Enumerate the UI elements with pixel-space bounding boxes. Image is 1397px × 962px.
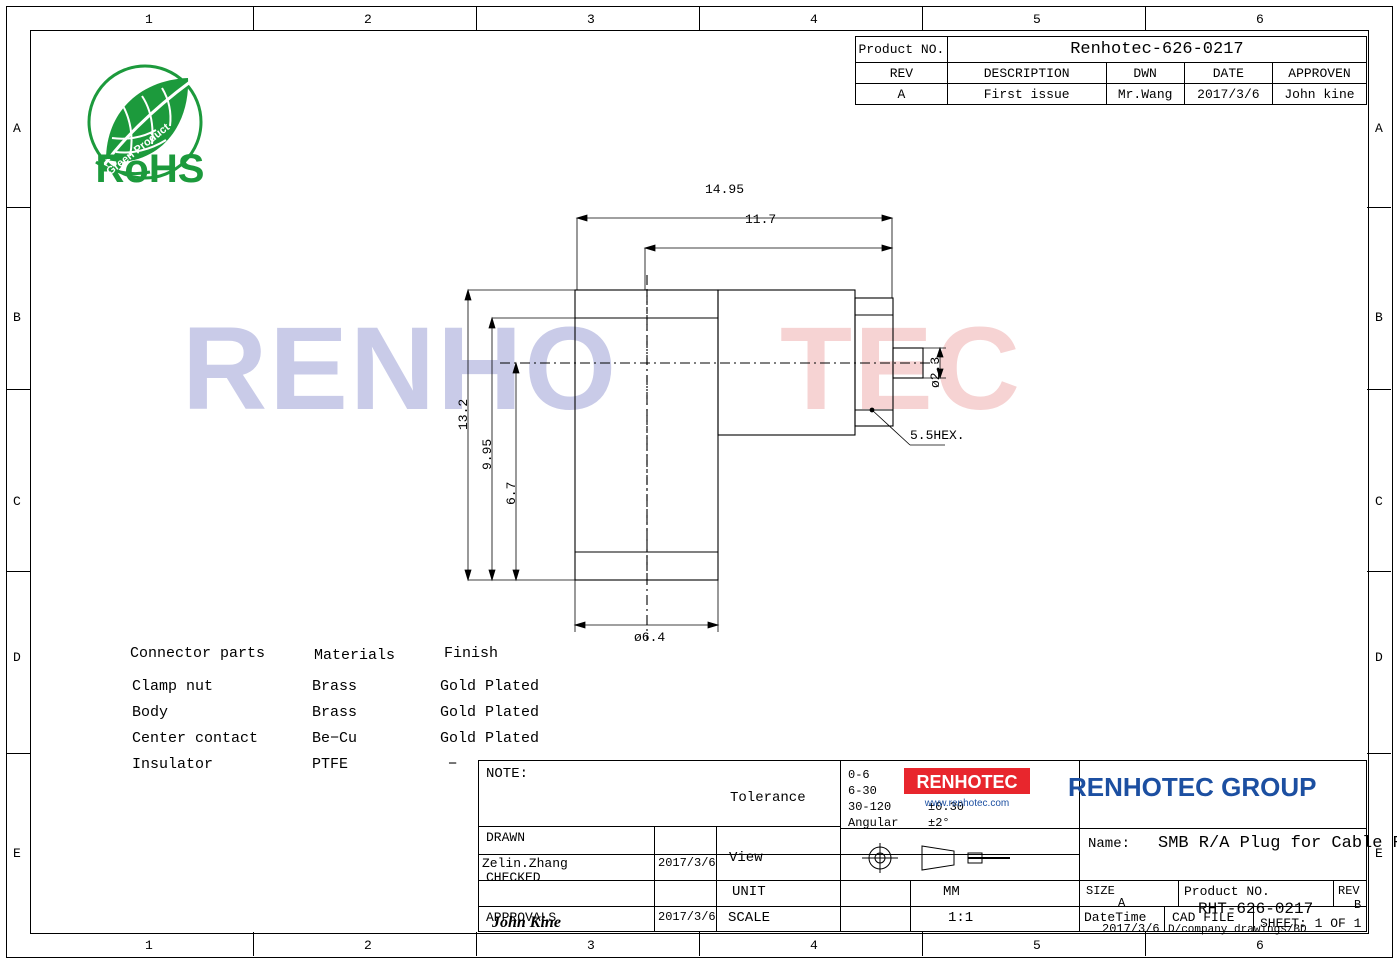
product-header-row: Product NO. Renhotec-626-0217 [855, 36, 1368, 63]
part-row-3-finish: Gold Plated [440, 730, 540, 747]
brand-name: RENHOTEC GROUP [1068, 772, 1317, 802]
tolerance-row-4-value: ±2° [928, 816, 950, 830]
datetime-value: 2017/3/6 [1102, 922, 1160, 936]
dim-overall-length: 14.95 [705, 182, 745, 197]
zone-row-left-c: C [13, 494, 21, 509]
zone-col-top-3: 3 [587, 12, 595, 27]
parts-header-finish: Finish [444, 645, 499, 662]
dim-body-length: 11.7 [745, 212, 777, 227]
dim-pin-dia: ø2.3 [928, 356, 943, 388]
revision-header-row: REV DESCRIPTION DWN DATE APPROVEN [855, 62, 1368, 84]
part-row-4-material: PTFE [312, 756, 349, 773]
product-no-label: Product NO. [855, 36, 948, 63]
unit-value: MM [943, 884, 960, 900]
part-row-1-finish: Gold Plated [440, 678, 540, 695]
zone-col-top-4: 4 [810, 12, 818, 27]
zone-row-left-e: E [13, 846, 21, 861]
size-label: SIZE [1086, 884, 1115, 898]
dim-cable-dia: ø6.4 [634, 630, 666, 645]
part-row-4-finish: − [448, 756, 458, 773]
drawn-label: DRAWN [486, 830, 526, 845]
connector-drawing: 14.95 11.7 13.2 9.95 6.7 ø6.4 ø2.3 5.5HE… [440, 170, 980, 660]
name-label: Name: [1088, 836, 1131, 852]
parts-header-connector: Connector parts [130, 645, 266, 662]
cadfile-label: CAD FILE [1172, 910, 1235, 925]
col-dwn: DWN [1105, 62, 1185, 84]
dimension-lines [464, 214, 946, 632]
col-approven: APPROVEN [1271, 62, 1368, 84]
title-product-no-label: Product NO. [1184, 884, 1270, 899]
zone-col-top-6: 6 [1256, 12, 1264, 27]
zone-col-bottom-1: 1 [145, 938, 153, 953]
rev-value: A [855, 83, 948, 105]
title-rev-label: REV [1338, 884, 1360, 898]
scale-label: SCALE [728, 910, 771, 926]
zone-col-bottom-5: 5 [1033, 938, 1041, 953]
approvals-signature: John Kine [492, 914, 561, 931]
tolerance-label: Tolerance [730, 790, 806, 806]
revision-row: A First issue Mr.Wang 2017/3/6 John kine [855, 83, 1368, 105]
zone-col-top-5: 5 [1033, 12, 1041, 27]
zone-row-right-a: A [1375, 121, 1383, 136]
part-row-2-name: Body [132, 704, 169, 721]
col-rev: REV [855, 62, 948, 84]
svg-text:RENHOTEC: RENHOTEC [916, 772, 1017, 792]
zone-row-right-b: B [1375, 310, 1383, 325]
title-rev-value: B [1354, 898, 1362, 912]
part-row-3-name: Center contact [132, 730, 259, 747]
part-row-2-finish: Gold Plated [440, 704, 540, 721]
part-row-2-material: Brass [312, 704, 358, 721]
dim-flange-dia: 13.2 [456, 398, 471, 430]
checked-label: CHECKED [486, 870, 541, 885]
col-description: DESCRIPTION [946, 62, 1107, 84]
zone-col-top-1: 1 [145, 12, 153, 27]
tolerance-row-1-range: 0-6 [848, 768, 870, 782]
size-value: A [1118, 896, 1126, 910]
part-row-4-name: Insulator [132, 756, 214, 773]
dim-hex-across: 9.95 [480, 438, 495, 470]
zone-row-right-d: D [1375, 650, 1383, 665]
parts-header-materials: Materials [314, 647, 396, 664]
zone-col-bottom-3: 3 [587, 938, 595, 953]
zone-row-left-d: D [13, 650, 21, 665]
zone-col-top-2: 2 [364, 12, 372, 27]
drawing-sheet: 1 2 3 4 5 6 1 2 3 4 5 6 A B C D E A B C … [0, 0, 1397, 962]
dim-body-dia: 6.7 [504, 481, 519, 505]
scale-value: 1:1 [948, 910, 974, 926]
zone-col-bottom-4: 4 [810, 938, 818, 953]
rev-description: First issue [946, 83, 1107, 105]
part-row-3-material: Be−Cu [312, 730, 358, 747]
renhotec-logo: RENHOTEC www.renhotec.com [898, 766, 1038, 812]
zone-row-left-a: A [13, 121, 21, 136]
zone-row-right-c: C [1375, 494, 1383, 509]
drawn-date: 2017/3/6 [658, 856, 716, 870]
view-label: View [729, 850, 763, 866]
svg-text:www.renhotec.com: www.renhotec.com [924, 798, 1009, 809]
tolerance-row-4-range: Angular [848, 816, 899, 830]
projection-symbol-icon [850, 840, 1050, 876]
unit-label: UNIT [732, 884, 766, 900]
tolerance-row-2-range: 6-30 [848, 784, 877, 798]
product-no-value: Renhotec-626-0217 [946, 36, 1368, 63]
drawn-name: Zelin.Zhang [482, 856, 568, 871]
approvals-date: 2017/3/6 [658, 910, 716, 924]
zone-col-bottom-6: 6 [1256, 938, 1264, 953]
part-row-1-name: Clamp nut [132, 678, 214, 695]
dim-hex-note: 5.5HEX. [910, 428, 965, 443]
name-value: SMB R/A Plug for Cable RG178 [1158, 834, 1397, 853]
note-label: NOTE: [486, 766, 529, 782]
col-date: DATE [1183, 62, 1273, 84]
rohs-logo: RoHS Green Product [72, 60, 232, 208]
sheet-number: SHEET: 1 OF 1 [1260, 916, 1362, 931]
title-block: NOTE: DRAWN Zelin.Zhang 2017/3/6 CHECKED… [478, 760, 1397, 936]
zone-row-left-b: B [13, 310, 21, 325]
zone-col-bottom-2: 2 [364, 938, 372, 953]
connector-outline [500, 275, 940, 640]
rev-approven: John kine [1271, 83, 1368, 105]
tolerance-row-3-range: 30-120 [848, 800, 892, 814]
rev-dwn: Mr.Wang [1105, 83, 1185, 105]
part-row-1-material: Brass [312, 678, 358, 695]
product-header-table: Product NO. Renhotec-626-0217 REV DESCRI… [855, 36, 1368, 105]
rev-date: 2017/3/6 [1183, 83, 1273, 105]
